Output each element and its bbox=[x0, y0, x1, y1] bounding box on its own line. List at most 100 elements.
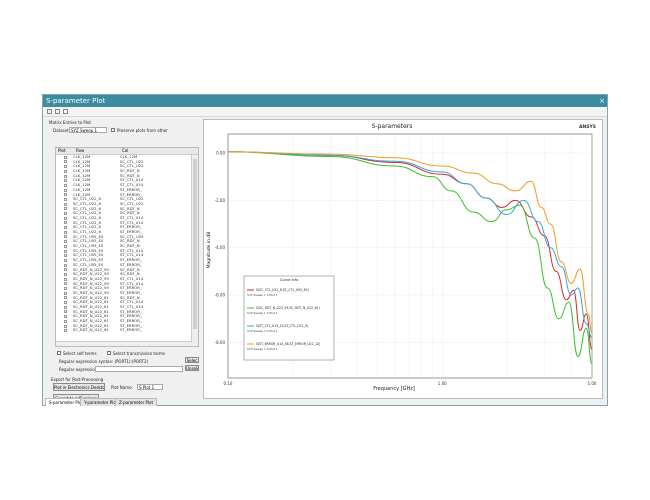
row-checkbox[interactable] bbox=[64, 240, 67, 244]
row-checkbox[interactable] bbox=[64, 291, 67, 295]
unselect-button[interactable]: Unsele bbox=[185, 365, 199, 371]
row-checkbox[interactable] bbox=[64, 296, 67, 300]
legend-subtitle: SYZ Sweep 1 S Plot 1 bbox=[247, 347, 278, 351]
s-parameter-chart: S-parameters ANSYS Frequency [GHz] Magni… bbox=[206, 123, 597, 392]
row-checkbox[interactable] bbox=[64, 155, 67, 159]
row-checkbox[interactable] bbox=[64, 235, 67, 239]
col-cell: ST_ERROR_ bbox=[120, 327, 142, 333]
horizontal-scrollbar[interactable] bbox=[56, 341, 192, 346]
chart-title: S-parameters bbox=[372, 123, 413, 130]
x-tick-label: 0.10 bbox=[224, 381, 233, 386]
row-checkbox[interactable] bbox=[64, 183, 67, 187]
row-checkbox[interactable] bbox=[64, 282, 67, 286]
scroll-thumb[interactable] bbox=[193, 159, 197, 329]
row-checkbox[interactable] bbox=[64, 226, 67, 230]
row-checkbox[interactable] bbox=[64, 329, 67, 333]
preserve-checkbox[interactable] bbox=[111, 128, 115, 132]
y-tick-label: 0.00 bbox=[216, 150, 225, 155]
dataset-label: Dataset: bbox=[53, 128, 71, 133]
window-titlebar: S-parameter Plot × bbox=[43, 95, 607, 107]
tab-z-parameter[interactable]: Z-parameter Plot bbox=[115, 398, 158, 406]
select-self-label: Select self terms bbox=[63, 351, 97, 356]
plot-area: S-parameters ANSYS Frequency [GHz] Magni… bbox=[203, 119, 603, 399]
bottom-tabs: S-parameter Plot Y-parameter Plot Z-para… bbox=[43, 397, 343, 406]
row-checkbox[interactable] bbox=[64, 305, 67, 309]
select-transmission-checkbox[interactable] bbox=[107, 351, 111, 355]
export-icon[interactable] bbox=[63, 109, 68, 114]
row-checkbox[interactable] bbox=[64, 287, 67, 291]
table-row[interactable]: SC_RDT_N_U22_61 ST_ERROR_ bbox=[56, 328, 192, 333]
row-checkbox[interactable] bbox=[64, 315, 67, 319]
row-checkbox[interactable] bbox=[64, 165, 67, 169]
y-tick-label: -2.00 bbox=[215, 198, 226, 203]
legend-entry: S(SC_CTL_U22_6,SC_CTL_U55_E0) bbox=[256, 288, 309, 292]
dataset-value: SYZ Sweep 1 bbox=[71, 128, 98, 133]
row-checkbox[interactable] bbox=[64, 263, 67, 267]
x-tick-label: 1.00 bbox=[438, 381, 447, 386]
table-rows: CLK_12M CLK_12M CLK_12M SC_CTL_U22 CLK_12M SC… bbox=[56, 154, 192, 333]
regex-label: Regular expression: bbox=[59, 367, 99, 372]
y-axis-label: Magnitude in dB bbox=[206, 232, 212, 269]
y-tick-label: -4.00 bbox=[215, 245, 226, 250]
select-transmission-label: Select transmission terms bbox=[113, 351, 166, 356]
plot-desktop-button[interactable]: Plot in Electronics Desktop bbox=[53, 383, 105, 391]
section-title: Matrix Entries to Plot bbox=[49, 120, 91, 125]
legend-entry: S(ST_ERROR_U14_58,ST_ERROR_U22_12) bbox=[256, 342, 320, 346]
row-checkbox[interactable] bbox=[64, 249, 67, 253]
s-parameter-window: S-parameter Plot × Matrix Entries to Plo… bbox=[42, 94, 608, 406]
plot-name-label: Plot Name: bbox=[111, 385, 133, 390]
row-checkbox[interactable] bbox=[64, 160, 67, 164]
legend-title: Curve Info bbox=[280, 278, 299, 282]
row-checkbox[interactable] bbox=[64, 230, 67, 234]
export-title: Export for Post-Processing bbox=[51, 377, 104, 382]
row-checkbox[interactable] bbox=[64, 193, 67, 197]
vertical-scrollbar[interactable] bbox=[191, 155, 198, 346]
preserve-label: Preserve plots from other bbox=[117, 128, 168, 133]
row-checkbox[interactable] bbox=[64, 169, 67, 173]
x-tick-label: 5.00 bbox=[588, 381, 597, 386]
row-checkbox[interactable] bbox=[64, 324, 67, 328]
row-checkbox[interactable] bbox=[64, 207, 67, 211]
row-checkbox[interactable] bbox=[64, 212, 67, 216]
plot-name-select[interactable]: S Plot 1 bbox=[137, 384, 163, 390]
y-tick-label: -8.00 bbox=[215, 340, 226, 345]
y-tick-label: -6.00 bbox=[215, 293, 226, 298]
matrix-table: Plot Row Col CLK_12M CLK_12M CLK_12M SC_CTL… bbox=[55, 147, 199, 347]
row-checkbox[interactable] bbox=[64, 310, 67, 314]
row-checkbox[interactable] bbox=[64, 216, 67, 220]
regex-input[interactable] bbox=[95, 366, 183, 372]
col-plot-header: Plot bbox=[58, 148, 66, 153]
select-button[interactable]: Selec bbox=[185, 357, 199, 363]
row-checkbox[interactable] bbox=[64, 244, 67, 248]
toolbar bbox=[43, 107, 607, 117]
x-axis-label: Frequency [GHz] bbox=[373, 386, 415, 392]
row-checkbox[interactable] bbox=[64, 254, 67, 258]
legend-subtitle: SYZ Sweep 1 S Plot 1 bbox=[247, 311, 278, 315]
row-checkbox[interactable] bbox=[64, 202, 67, 206]
row-checkbox[interactable] bbox=[64, 277, 67, 281]
regex-hint: Regular expression syntax: (PORT1):(PORT… bbox=[59, 359, 149, 364]
row-checkbox[interactable] bbox=[64, 179, 67, 183]
row-checkbox[interactable] bbox=[64, 319, 67, 323]
window-title: S-parameter Plot bbox=[46, 97, 106, 105]
select-self-checkbox[interactable] bbox=[57, 351, 61, 355]
row-checkbox[interactable] bbox=[64, 197, 67, 201]
row-cell: SC_RDT_N_U22_61 bbox=[73, 327, 109, 333]
row-checkbox[interactable] bbox=[64, 188, 67, 192]
dataset-select[interactable]: SYZ Sweep 1 bbox=[69, 127, 107, 133]
row-checkbox[interactable] bbox=[64, 272, 67, 276]
left-panel: Matrix Entries to Plot Dataset: SYZ Swee… bbox=[45, 119, 199, 402]
legend-subtitle: SYZ Sweep 1 S Plot 1 bbox=[247, 329, 278, 333]
save-icon[interactable] bbox=[47, 109, 52, 114]
close-icon[interactable]: × bbox=[599, 95, 605, 107]
row-checkbox[interactable] bbox=[64, 301, 67, 305]
legend-entry: S(SC_RDT_N_U22_59,SC_RDT_N_U22_61) bbox=[256, 306, 320, 310]
row-checkbox[interactable] bbox=[64, 258, 67, 262]
open-icon[interactable] bbox=[55, 109, 60, 114]
row-checkbox[interactable] bbox=[64, 221, 67, 225]
plot-name-value: S Plot 1 bbox=[139, 385, 155, 390]
row-checkbox[interactable] bbox=[64, 174, 67, 178]
row-checkbox[interactable] bbox=[64, 268, 67, 272]
legend-subtitle: SYZ Sweep 1 S Plot 1 bbox=[247, 293, 278, 297]
brand-logo: ANSYS bbox=[579, 124, 596, 130]
